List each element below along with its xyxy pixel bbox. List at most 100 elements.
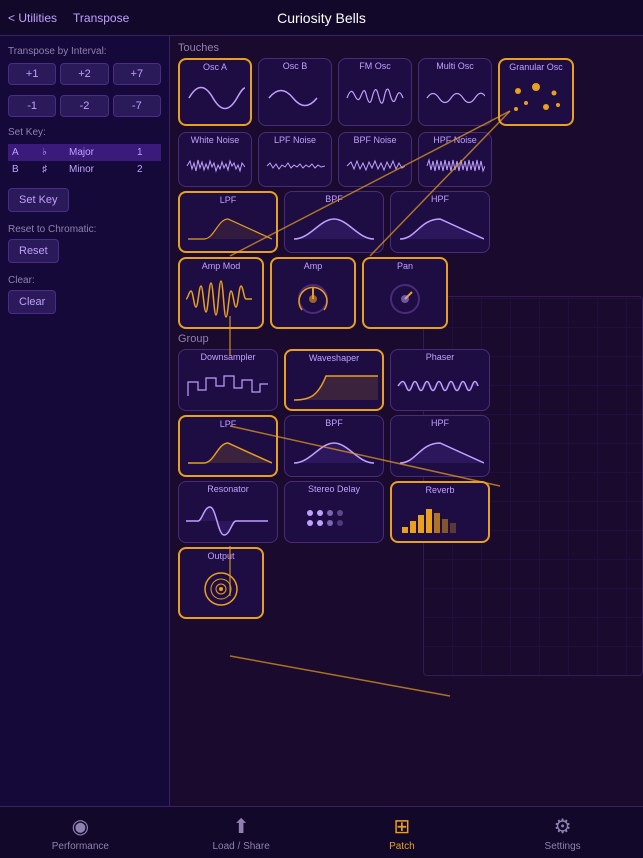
interval-minus2[interactable]: -2: [60, 95, 108, 117]
main-layout: Transpose by Interval: +1 +2 +7 -1 -2 -7…: [0, 36, 643, 806]
top-bar: < Utilities Transpose Curiosity Bells: [0, 0, 643, 36]
node-white-noise[interactable]: White Noise: [178, 132, 252, 187]
waveshaper-label: Waveshaper: [307, 351, 361, 363]
node-osc-a-label: Osc A: [201, 60, 229, 72]
pan-visual: [364, 271, 446, 327]
nav-performance[interactable]: ◉ Performance: [40, 814, 120, 852]
lpf-visual: [180, 205, 276, 251]
node-lpf-noise[interactable]: LPF Noise: [258, 132, 332, 187]
g-lpf-label: LPF: [218, 417, 239, 429]
g-bpf-visual: [285, 428, 383, 476]
node-output[interactable]: Output: [178, 547, 264, 619]
node-resonator[interactable]: Resonator: [178, 481, 278, 543]
hpf-visual: [391, 204, 489, 252]
node-hpf-noise[interactable]: HPF Noise: [418, 132, 492, 187]
bpf-noise-label: BPF Noise: [351, 133, 398, 145]
node-granular-osc-label: Granular Osc: [507, 60, 565, 72]
nav-patch[interactable]: ⊞ Patch: [362, 814, 442, 852]
node-osc-b-visual: [259, 71, 331, 125]
g-lpf-visual: [180, 429, 276, 475]
reset-label: Reset to Chromatic:: [8, 224, 161, 235]
phaser-label: Phaser: [424, 350, 457, 362]
reverb-visual: [392, 495, 488, 541]
waveshaper-visual: [286, 363, 382, 409]
reset-button[interactable]: Reset: [8, 239, 59, 263]
resonator-label: Resonator: [205, 482, 251, 494]
node-amp-mod[interactable]: Amp Mod: [178, 257, 264, 329]
white-noise-label: White Noise: [189, 133, 242, 145]
patch-icon: ⊞: [393, 814, 410, 839]
phaser-visual: [391, 362, 489, 410]
node-osc-b[interactable]: Osc B: [258, 58, 332, 126]
hpf-noise-label: HPF Noise: [431, 133, 479, 145]
interval-plus1[interactable]: +1: [8, 63, 56, 85]
content: Touches Osc A Osc B: [170, 36, 643, 806]
node-fm-osc[interactable]: FM Osc: [338, 58, 412, 126]
node-osc-b-label: Osc B: [281, 59, 310, 71]
node-lpf[interactable]: LPF: [178, 191, 278, 253]
output-visual: [180, 561, 262, 617]
white-noise-visual: [179, 145, 251, 186]
reverb-label: Reverb: [423, 483, 456, 495]
bpf-noise-visual: [339, 145, 411, 186]
node-granular-osc[interactable]: Granular Osc: [498, 58, 574, 126]
nav-load-share[interactable]: ⬆ Load / Share: [201, 814, 281, 852]
node-stereo-delay[interactable]: Stereo Delay: [284, 481, 384, 543]
set-key-button[interactable]: Set Key: [8, 188, 69, 212]
osc-row: Osc A Osc B FM Osc: [178, 58, 635, 126]
interval-minus1[interactable]: -1: [8, 95, 56, 117]
interval-grid-neg: -1 -2 -7: [8, 95, 161, 117]
patch-label: Patch: [389, 841, 415, 852]
node-hpf[interactable]: HPF: [390, 191, 490, 253]
node-reverb[interactable]: Reverb: [390, 481, 490, 543]
node-bpf[interactable]: BPF: [284, 191, 384, 253]
interval-plus7[interactable]: +7: [113, 63, 161, 85]
g-hpf-visual: [391, 428, 489, 476]
settings-icon: ⚙: [554, 814, 572, 839]
node-g-bpf[interactable]: BPF: [284, 415, 384, 477]
node-bpf-noise[interactable]: BPF Noise: [338, 132, 412, 187]
interval-grid-pos: +1 +2 +7: [8, 63, 161, 85]
downsampler-label: Downsampler: [198, 350, 257, 362]
set-key-label: Set Key:: [8, 127, 161, 138]
transpose-label: Transpose by Interval:: [8, 46, 161, 57]
clear-label: Clear:: [8, 275, 161, 286]
node-osc-a-visual: [180, 72, 250, 124]
node-granular-osc-visual: [500, 72, 572, 124]
stereo-delay-visual: [285, 494, 383, 542]
node-pan[interactable]: Pan: [362, 257, 448, 329]
key-row-a[interactable]: A♭Major1: [8, 144, 161, 161]
amp-label: Amp: [302, 259, 325, 271]
nav-utilities[interactable]: < Utilities: [8, 11, 57, 25]
node-multi-osc[interactable]: Multi Osc: [418, 58, 492, 126]
touches-label: Touches: [178, 42, 635, 54]
downsampler-visual: [179, 362, 277, 410]
bpf-visual: [285, 204, 383, 252]
lpf-noise-visual: [259, 145, 331, 186]
clear-button[interactable]: Clear: [8, 290, 56, 314]
lpf-label: LPF: [218, 193, 239, 205]
node-osc-a[interactable]: Osc A: [178, 58, 252, 126]
node-g-hpf[interactable]: HPF: [390, 415, 490, 477]
node-phaser[interactable]: Phaser: [390, 349, 490, 411]
output-label: Output: [205, 549, 236, 561]
node-amp[interactable]: Amp: [270, 257, 356, 329]
node-multi-osc-label: Multi Osc: [434, 59, 476, 71]
nav-transpose[interactable]: Transpose: [73, 11, 129, 25]
node-fm-osc-label: FM Osc: [357, 59, 393, 71]
node-g-lpf[interactable]: LPF: [178, 415, 278, 477]
g-bpf-label: BPF: [323, 416, 345, 428]
interval-minus7[interactable]: -7: [113, 95, 161, 117]
node-waveshaper[interactable]: Waveshaper: [284, 349, 384, 411]
hpf-label: HPF: [429, 192, 451, 204]
node-downsampler[interactable]: Downsampler: [178, 349, 278, 411]
lpf-noise-label: LPF Noise: [272, 133, 318, 145]
amp-visual: [272, 271, 354, 327]
settings-label: Settings: [545, 841, 581, 852]
nav-settings[interactable]: ⚙ Settings: [523, 814, 603, 852]
interval-plus2[interactable]: +2: [60, 63, 108, 85]
load-share-label: Load / Share: [212, 841, 269, 852]
key-row-b[interactable]: B♯Minor2: [8, 161, 161, 178]
sidebar: Transpose by Interval: +1 +2 +7 -1 -2 -7…: [0, 36, 170, 806]
load-share-icon: ⬆: [233, 814, 250, 839]
